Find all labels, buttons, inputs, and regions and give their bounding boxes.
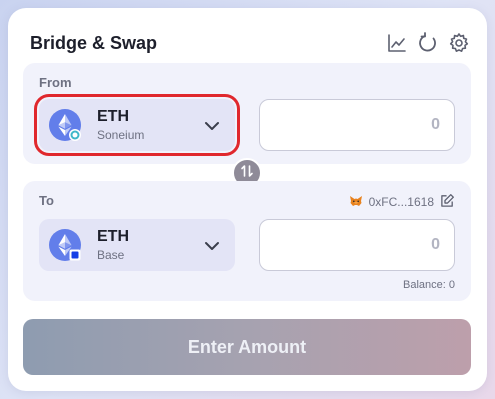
to-token-name: ETH (97, 228, 129, 245)
metamask-fox-icon (349, 195, 363, 210)
to-token-selector[interactable]: ETH Base (39, 219, 235, 271)
from-chain-name: Soneium (97, 128, 145, 142)
edit-icon[interactable] (440, 193, 455, 211)
balance-text: Balance: 0 (403, 279, 455, 291)
page-title: Bridge & Swap (30, 33, 158, 53)
enter-amount-button[interactable]: Enter Amount (23, 319, 471, 375)
to-panel: To 0xFC...1618 ETH Base 0 Balance: 0 (23, 181, 471, 301)
to-amount-input[interactable]: 0 (259, 219, 455, 271)
chevron-down-icon (203, 117, 221, 135)
refresh-icon[interactable] (417, 32, 439, 54)
from-amount-input[interactable]: 0 (259, 99, 455, 151)
settings-icon[interactable] (448, 32, 470, 54)
chevron-down-icon (203, 237, 221, 255)
from-token-selector[interactable]: ETH Soneium (34, 94, 240, 156)
chart-icon[interactable] (386, 32, 408, 54)
to-chain-name: Base (97, 248, 125, 262)
wallet-address[interactable]: 0xFC...1618 (349, 193, 455, 211)
to-label: To (39, 193, 54, 208)
from-panel: From ETH Soneium 0 (23, 63, 471, 164)
swap-arrows-icon (240, 164, 254, 183)
from-label: From (39, 75, 72, 90)
eth-token-icon (49, 229, 81, 261)
wallet-address-text: 0xFC...1618 (368, 195, 434, 209)
eth-token-icon (49, 109, 81, 141)
from-token-name: ETH (97, 108, 129, 125)
